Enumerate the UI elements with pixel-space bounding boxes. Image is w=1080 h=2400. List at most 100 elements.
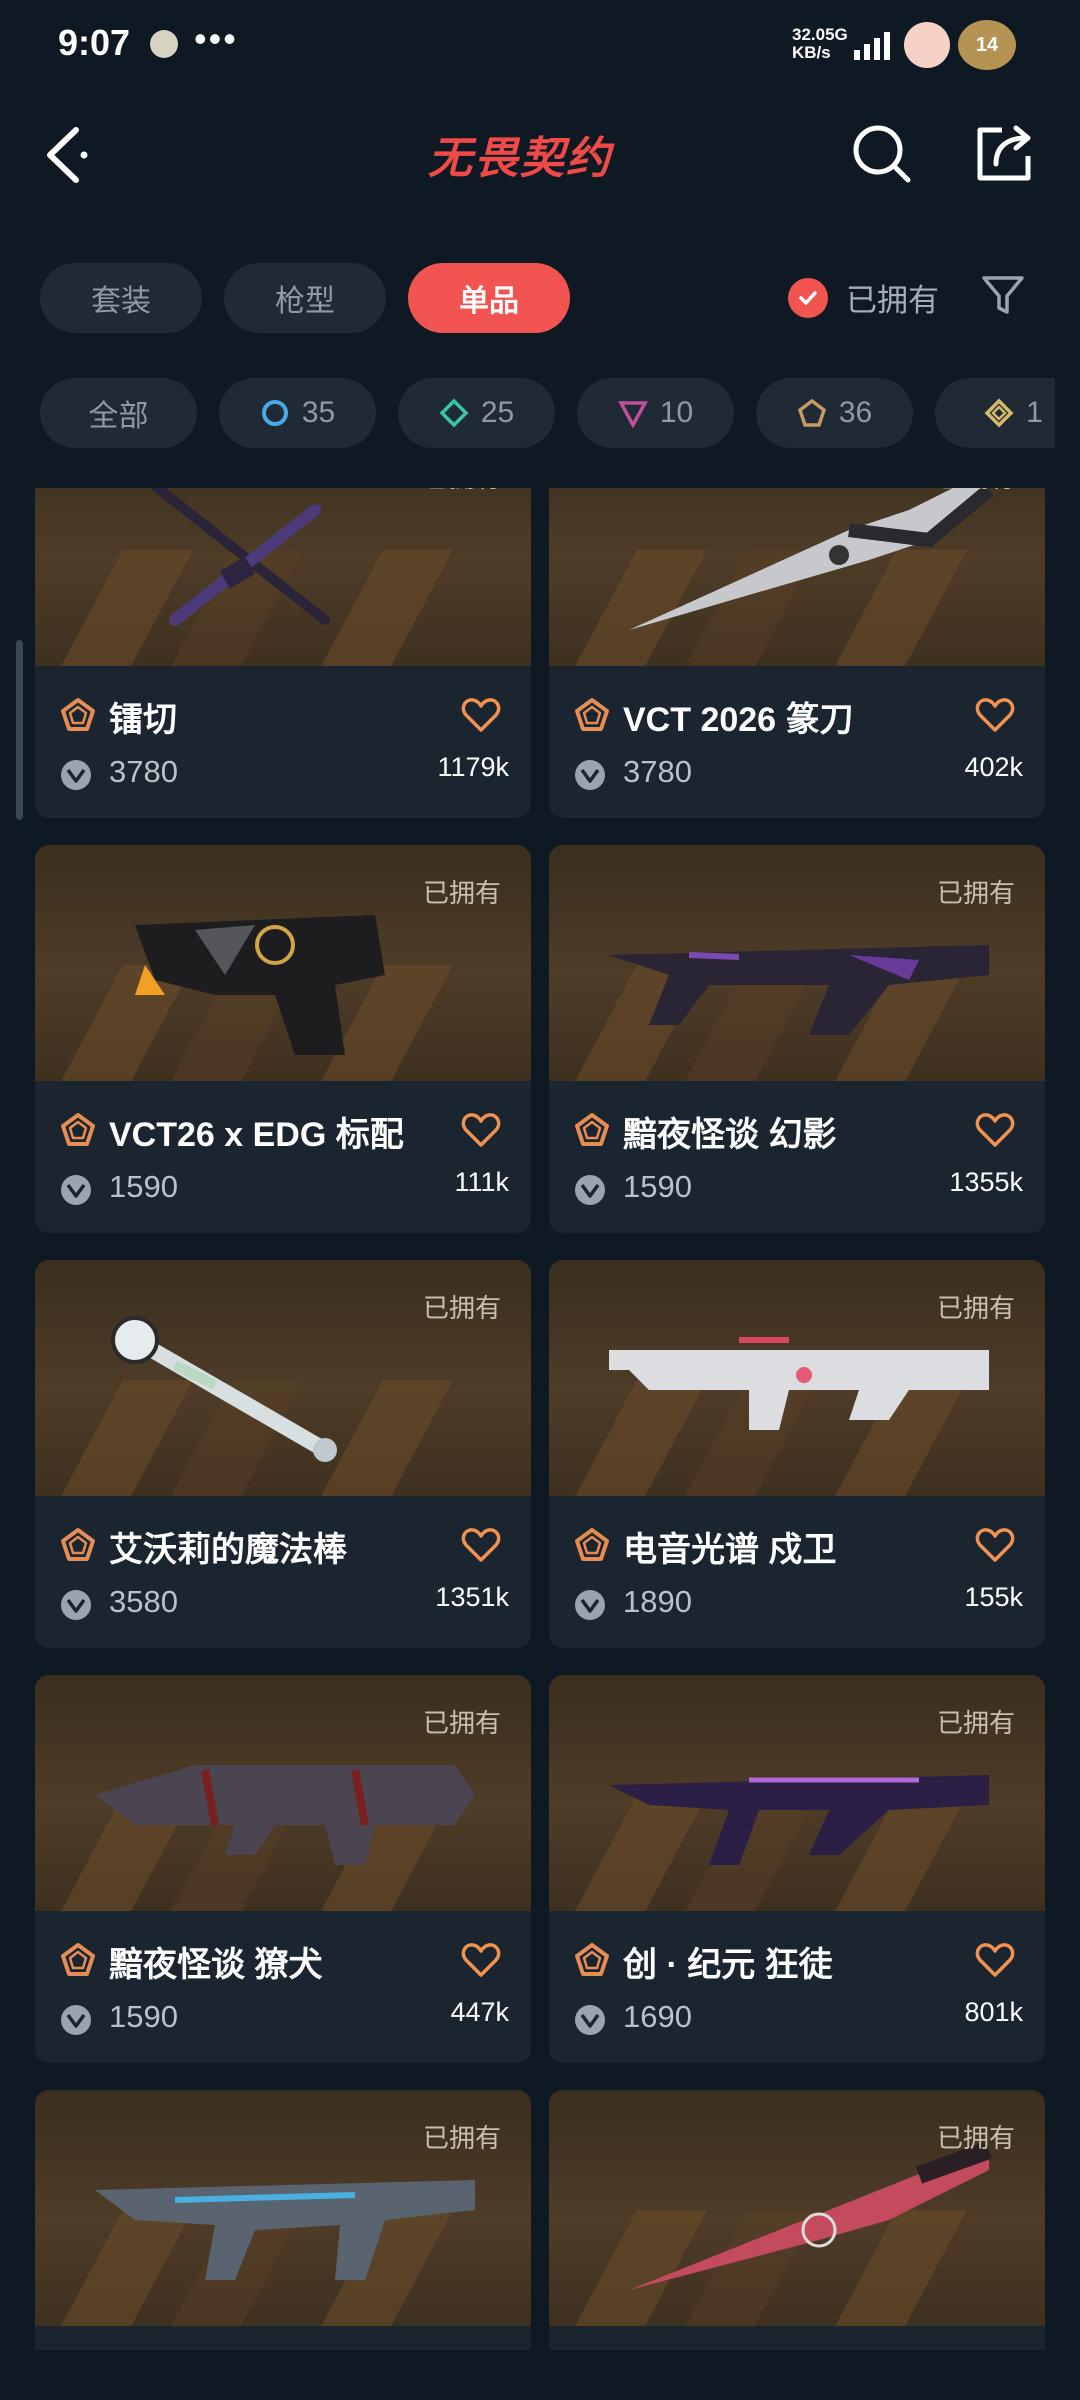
exclusive-tier-icon	[575, 1113, 609, 1146]
heart-icon[interactable]	[975, 1526, 1015, 1564]
ultra-tier-icon	[984, 398, 1014, 428]
weapon-image	[609, 1337, 989, 1430]
heart-icon[interactable]	[975, 1111, 1015, 1149]
item-image: 已拥有	[35, 2090, 531, 2326]
weapon-image	[149, 488, 330, 626]
vp-currency-icon	[575, 760, 605, 790]
item-card[interactable]: 已拥有 艾沃莉的魔法棒 3580 1351k	[35, 1260, 531, 1648]
tier-chip-select[interactable]: 35	[219, 378, 376, 448]
app-header: 无畏契约	[0, 92, 1080, 222]
exclusive-tier-icon	[575, 1528, 609, 1561]
item-info: 电音光谱 戍卫 1890 155k	[549, 1496, 1045, 1648]
vp-currency-icon	[575, 2005, 605, 2035]
tier-chip-premium[interactable]: 10	[577, 378, 734, 448]
heart-icon[interactable]	[461, 1526, 501, 1564]
tab-weapon-type[interactable]: 枪型	[224, 263, 386, 333]
item-card[interactable]: 已拥有	[549, 2090, 1045, 2350]
status-time: 9:07	[58, 22, 131, 63]
tier-chip-ultra[interactable]: 1	[935, 378, 1055, 448]
heart-icon[interactable]	[975, 1941, 1015, 1979]
item-info	[549, 2326, 1045, 2350]
item-price: 1590	[109, 1169, 178, 1204]
deluxe-tier-icon	[439, 398, 469, 428]
item-info: VCT26 x EDG 标配 1590 111k	[35, 1081, 531, 1233]
item-price: 3780	[109, 754, 178, 789]
item-price: 1590	[623, 1169, 692, 1204]
item-likes: 111k	[454, 1167, 509, 1197]
item-likes: 801k	[964, 1997, 1023, 2027]
avatar-icon	[904, 22, 950, 68]
exclusive-tier-icon	[575, 1943, 609, 1976]
item-card[interactable]: 已拥有 黯夜怪谈 幻影 1590 1355k	[549, 845, 1045, 1233]
filter-icon[interactable]	[980, 272, 1026, 318]
item-image: 已拥有	[549, 1260, 1045, 1496]
item-card[interactable]: 已拥有 创 · 纪元 狂徒 1690 801k	[549, 1675, 1045, 2063]
tab-single-item[interactable]: 单品	[408, 263, 570, 333]
item-name: 创 · 纪元 狂徒	[623, 1946, 833, 1984]
weapon-image	[629, 488, 994, 630]
item-image: 已拥有	[549, 1675, 1045, 1911]
weapon-image	[629, 2141, 993, 2290]
share-icon[interactable]	[972, 122, 1036, 186]
item-image: 已拥有	[549, 2090, 1045, 2326]
heart-icon[interactable]	[461, 1111, 501, 1149]
item-grid: 已拥有 镭切 3780 1179k 已拥有	[35, 488, 1045, 2350]
owned-filter-toggle[interactable]: 已拥有	[788, 275, 939, 320]
item-info: 创 · 纪元 狂徒 1690 801k	[549, 1911, 1045, 2063]
heart-icon[interactable]	[461, 1941, 501, 1979]
exclusive-tier-icon	[61, 698, 95, 731]
weapon-image	[111, 1316, 337, 1462]
exclusive-tier-icon	[797, 398, 826, 427]
checkmark-icon[interactable]	[788, 277, 828, 318]
item-image: 已拥有	[35, 845, 531, 1081]
item-image: 已拥有	[549, 845, 1045, 1081]
weapon-image	[95, 1765, 475, 1865]
weapon-image	[609, 945, 989, 1035]
select-tier-icon	[261, 400, 288, 426]
item-likes: 402k	[964, 752, 1023, 782]
item-likes: 1351k	[435, 1582, 509, 1612]
item-card[interactable]: 已拥有 VCT26 x EDG 标配 1590 111k	[35, 845, 531, 1233]
item-info: 镭切 3780 1179k	[35, 666, 531, 818]
status-bar: 9:07 ••• 32.05G KB/s 14	[0, 0, 1080, 92]
owned-filter-label: 已拥有	[846, 283, 939, 318]
item-image: 已拥有	[35, 1260, 531, 1496]
item-price: 3580	[109, 1584, 178, 1619]
exclusive-tier-icon	[61, 1528, 95, 1561]
tier-chip-deluxe[interactable]: 25	[398, 378, 555, 448]
heart-icon[interactable]	[461, 696, 501, 734]
item-image: 已拥有	[549, 488, 1045, 666]
owned-tag: 已拥有	[422, 1293, 501, 1323]
vp-currency-icon	[61, 1175, 91, 1205]
back-icon[interactable]	[40, 122, 100, 188]
exclusive-tier-icon	[61, 1943, 95, 1976]
item-card[interactable]: 已拥有 VCT 2026 篆刀 3780 402k	[549, 488, 1045, 818]
item-name: 电音光谱 戍卫	[623, 1531, 837, 1569]
tier-filter-row: 全部 35 25 10 36 1	[40, 378, 1055, 448]
item-name: 黯夜怪谈 獠犬	[109, 1946, 323, 1984]
tier-chip-exclusive[interactable]: 36	[756, 378, 913, 448]
vp-currency-icon	[575, 1175, 605, 1205]
tier-chip-all[interactable]: 全部	[40, 378, 197, 448]
vp-currency-icon	[575, 1590, 605, 1620]
heart-icon[interactable]	[975, 696, 1015, 734]
item-likes: 1179k	[437, 752, 509, 782]
app-logo: 无畏契约	[428, 134, 612, 183]
item-card[interactable]: 已拥有 黯夜怪谈 獠犬 1590 447k	[35, 1675, 531, 2063]
search-icon[interactable]	[850, 122, 914, 186]
weapon-image	[95, 2180, 475, 2280]
item-card[interactable]: 已拥有 电音光谱 戍卫 1890 155k	[549, 1260, 1045, 1648]
item-price: 3780	[623, 754, 692, 789]
vp-currency-icon	[61, 760, 91, 790]
premium-tier-icon	[617, 401, 648, 428]
item-likes: 155k	[964, 1582, 1023, 1612]
item-card[interactable]: 已拥有 镭切 3780 1179k	[35, 488, 531, 818]
owned-tag: 已拥有	[936, 1293, 1015, 1323]
item-name: 镭切	[109, 701, 177, 739]
item-card[interactable]: 已拥有	[35, 2090, 531, 2350]
signal-icon	[854, 32, 890, 60]
item-info: 黯夜怪谈 幻影 1590 1355k	[549, 1081, 1045, 1233]
item-info: 艾沃莉的魔法棒 3580 1351k	[35, 1496, 531, 1648]
owned-tag: 已拥有	[423, 488, 501, 495]
tab-bundle[interactable]: 套装	[40, 263, 202, 333]
